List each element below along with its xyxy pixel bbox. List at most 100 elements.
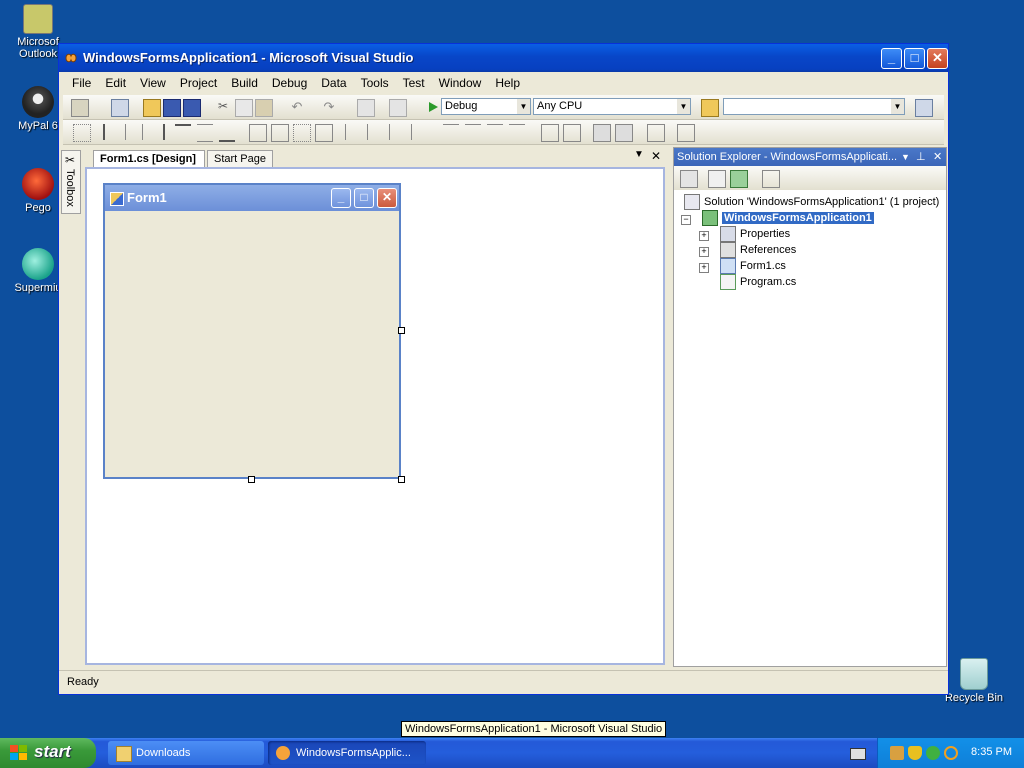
tree-solution-node[interactable]: Solution 'WindowsFormsApplication1' (1 p… xyxy=(684,194,939,211)
center-horizontally-icon[interactable] xyxy=(541,124,559,142)
form-close-button: ✕ xyxy=(377,188,397,208)
menu-window[interactable]: Window xyxy=(432,72,489,94)
update-icon[interactable] xyxy=(926,746,940,760)
vertical-spacing-equal-icon[interactable] xyxy=(443,124,459,141)
menu-test[interactable]: Test xyxy=(396,72,432,94)
tab-order-icon[interactable] xyxy=(647,124,665,142)
align-middles-icon[interactable] xyxy=(197,124,213,142)
align-to-grid-icon[interactable] xyxy=(73,124,91,142)
solution-explorer-title-bar[interactable]: Solution Explorer - WindowsFormsApplicat… xyxy=(674,148,946,166)
navigate-backward-icon[interactable] xyxy=(357,99,375,117)
maximize-button[interactable]: □ xyxy=(904,48,925,69)
vertical-spacing-decrease-icon[interactable] xyxy=(487,124,503,141)
search-icon[interactable] xyxy=(944,746,958,760)
security-shield-icon[interactable] xyxy=(908,746,922,760)
menu-view[interactable]: View xyxy=(133,72,173,94)
resize-handle-right[interactable] xyxy=(398,327,405,334)
redo-icon[interactable]: ↷ xyxy=(321,99,337,115)
resize-handle-bottom-right[interactable] xyxy=(398,476,405,483)
horizontal-spacing-equal-icon[interactable] xyxy=(345,124,362,140)
size-to-grid-icon[interactable] xyxy=(293,124,311,142)
save-all-icon[interactable] xyxy=(183,99,201,117)
expand-form1-icon[interactable]: + xyxy=(699,263,709,273)
make-same-size-icon[interactable] xyxy=(315,124,333,142)
solution-explorer-toolbar-icon[interactable] xyxy=(915,99,933,117)
panel-dropdown-icon[interactable]: ▼ xyxy=(901,148,910,166)
vertical-spacing-remove-icon[interactable] xyxy=(509,124,525,141)
horizontal-spacing-increase-icon[interactable] xyxy=(367,124,384,140)
tree-item-references[interactable]: References xyxy=(720,242,796,259)
desktop-icon-recycle-bin[interactable]: Recycle Bin xyxy=(939,658,1009,704)
taskbar-button-downloads[interactable]: Downloads xyxy=(108,741,264,765)
keyboard-icon[interactable] xyxy=(850,748,866,760)
align-tops-icon[interactable] xyxy=(175,124,191,142)
new-project-icon[interactable] xyxy=(71,99,89,117)
start-debugging-icon[interactable] xyxy=(425,99,441,115)
paste-icon[interactable] xyxy=(255,99,273,117)
tree-item-program[interactable]: Program.cs xyxy=(720,274,796,291)
start-button[interactable]: start xyxy=(0,738,96,768)
center-vertically-icon[interactable] xyxy=(563,124,581,142)
auto-hide-pin-icon[interactable]: ⊥ xyxy=(916,148,926,166)
toolbar-options-icon[interactable] xyxy=(677,124,695,142)
tree-project-node[interactable]: WindowsFormsApplication1 xyxy=(702,210,874,227)
menu-debug[interactable]: Debug xyxy=(265,72,314,94)
active-files-dropdown-icon[interactable]: ▼ xyxy=(634,149,644,160)
menu-edit[interactable]: Edit xyxy=(98,72,133,94)
collapse-project-icon[interactable]: − xyxy=(681,215,691,225)
title-bar[interactable]: WindowsFormsApplication1 - Microsoft Vis… xyxy=(59,44,948,72)
view-class-diagram-icon[interactable] xyxy=(762,170,780,188)
open-file-icon[interactable] xyxy=(143,99,161,117)
close-document-icon[interactable]: ✕ xyxy=(651,149,661,163)
expand-references-icon[interactable]: + xyxy=(699,247,709,257)
tree-item-properties[interactable]: Properties xyxy=(720,226,791,243)
vertical-spacing-increase-icon[interactable] xyxy=(465,124,481,141)
cut-icon[interactable]: ✂ xyxy=(215,99,231,115)
tab-form1-design[interactable]: Form1.cs [Design] xyxy=(93,150,205,167)
align-rights-icon[interactable] xyxy=(147,124,165,140)
menu-help[interactable]: Help xyxy=(488,72,527,94)
menu-data[interactable]: Data xyxy=(314,72,353,94)
bring-to-front-icon[interactable] xyxy=(593,124,611,142)
menu-build[interactable]: Build xyxy=(224,72,265,94)
menu-tools[interactable]: Tools xyxy=(354,72,396,94)
tree-item-label: Properties xyxy=(740,228,791,240)
make-same-width-icon[interactable] xyxy=(249,124,267,142)
form-designer-surface[interactable]: Form1 _ □ ✕ xyxy=(85,167,665,665)
make-same-height-icon[interactable] xyxy=(271,124,289,142)
menu-project[interactable]: Project xyxy=(173,72,224,94)
taskbar-button-visual-studio[interactable]: WindowsFormsApplic... xyxy=(268,741,426,765)
find-combo[interactable]: ▼ xyxy=(723,98,905,115)
horizontal-spacing-decrease-icon[interactable] xyxy=(389,124,406,140)
menu-bar: File Edit View Project Build Debug Data Tools Te… xyxy=(59,72,948,94)
solution-configuration-select[interactable]: Debug ▼ xyxy=(441,98,531,115)
minimize-button[interactable]: _ xyxy=(881,48,902,69)
tab-start-page[interactable]: Start Page xyxy=(207,150,273,167)
close-panel-icon[interactable]: ✕ xyxy=(933,148,942,166)
menu-file[interactable]: File xyxy=(65,72,98,94)
network-icon[interactable] xyxy=(890,746,904,760)
align-lefts-icon[interactable] xyxy=(103,124,121,140)
form1-title-bar[interactable]: Form1 _ □ ✕ xyxy=(105,185,399,211)
resize-handle-bottom[interactable] xyxy=(248,476,255,483)
align-centers-icon[interactable] xyxy=(125,124,143,140)
send-to-back-icon[interactable] xyxy=(615,124,633,142)
find-in-files-icon[interactable] xyxy=(701,99,719,117)
tree-item-form1[interactable]: Form1.cs xyxy=(720,258,786,275)
add-item-icon[interactable] xyxy=(111,99,129,117)
form1-designer[interactable]: Form1 _ □ ✕ xyxy=(103,183,401,479)
navigate-forward-icon[interactable] xyxy=(389,99,407,117)
solution-platform-select[interactable]: Any CPU ▼ xyxy=(533,98,691,115)
close-button[interactable]: ✕ xyxy=(927,48,948,69)
refresh-icon[interactable] xyxy=(730,170,748,188)
undo-icon[interactable]: ↶ xyxy=(289,99,305,115)
align-bottoms-icon[interactable] xyxy=(219,124,235,142)
properties-icon[interactable] xyxy=(680,170,698,188)
show-all-files-icon[interactable] xyxy=(708,170,726,188)
expand-properties-icon[interactable]: + xyxy=(699,231,709,241)
save-icon[interactable] xyxy=(163,99,181,117)
toolbox-tab[interactable]: ✂ Toolbox xyxy=(61,150,81,214)
copy-icon[interactable] xyxy=(235,99,253,117)
document-tab-row: Form1.cs [Design] Start Page ▼ ✕ xyxy=(85,149,670,168)
horizontal-spacing-remove-icon[interactable] xyxy=(411,124,428,140)
